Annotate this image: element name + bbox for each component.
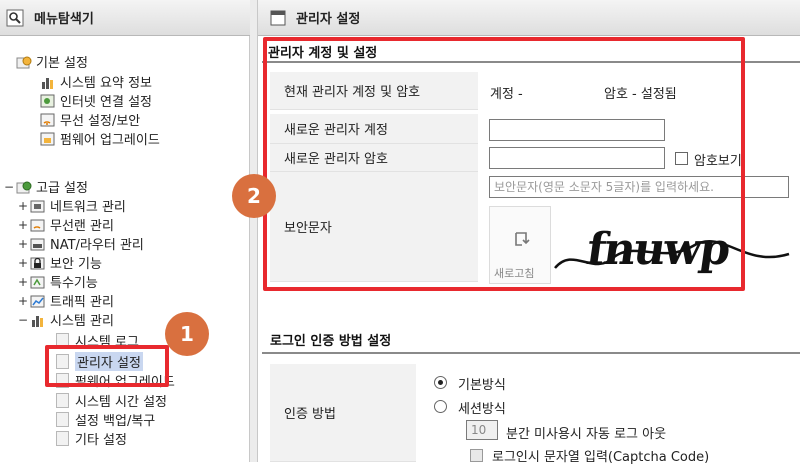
basic-auth-label: 기본방식 [458,378,506,393]
network-icon [30,200,45,212]
tree-basic-settings[interactable]: 기본 설정 [16,52,88,71]
page-title: 관리자 설정 [296,12,361,27]
expand-toggle[interactable]: + [16,237,30,251]
menu-system-time[interactable]: 시스템 시간 설정 [56,391,167,410]
highlight-box-admin-menu [45,345,169,387]
tree-advanced-settings[interactable]: − 고급 설정 [2,177,88,197]
main-header: 관리자 설정 [258,0,800,36]
login-captcha-label: 로그인시 문자열 입력(Captcha Code) [492,450,710,465]
menu-explorer-header: 메뉴탐색기 [0,0,250,36]
menu-label: 설정 백업/복구 [75,414,156,429]
expand-toggle[interactable]: + [16,256,30,270]
expand-toggle[interactable]: + [16,199,30,213]
highlight-box-admin-form [263,37,745,291]
section-rule [262,352,800,354]
bar-chart-icon [42,77,53,89]
tree-nat-router-management[interactable]: + NAT/라우터 관리 [16,234,144,254]
menu-explorer-panel: 메뉴탐색기 기본 설정 시스템 요약 정보 인터넷 연결 설정 무선 설정/보안… [0,0,250,462]
tree-advanced-settings-label: 고급 설정 [36,181,88,196]
menu-explorer-title: 메뉴탐색기 [34,12,94,27]
session-auth-label: 세션방식 [458,402,506,417]
menu-system-summary[interactable]: 시스템 요약 정보 [40,72,152,91]
menu-firmware-upgrade-basic[interactable]: 펌웨어 업그레이드 [40,129,160,148]
router-icon [30,238,45,250]
menu-wireless-security[interactable]: 무선 설정/보안 [40,110,140,129]
document-icon [56,393,69,408]
tree-wireless-management[interactable]: + 무선랜 관리 [16,215,114,235]
search-icon [6,9,24,26]
menu-label: 네트워크 관리 [50,200,126,215]
menu-label: 시스템 요약 정보 [60,76,152,91]
login-captcha-checkbox[interactable] [470,449,483,462]
session-auth-radio[interactable] [434,400,447,413]
lock-icon [30,257,45,269]
tree-security-functions[interactable]: + 보안 기능 [16,253,102,273]
traffic-chart-icon [30,295,45,307]
collapse-toggle[interactable]: − [16,313,30,327]
session-timeout-input[interactable] [466,420,498,440]
menu-label: 시스템 시간 설정 [75,395,167,410]
login-section-title: 로그인 인증 방법 설정 [270,334,392,349]
menu-label: 펌웨어 업그레이드 [60,133,160,148]
menu-label: 트래픽 관리 [50,295,114,310]
basic-auth-radio[interactable] [434,376,447,389]
menu-label: 무선랜 관리 [50,219,114,234]
window-icon [270,10,286,25]
tree-network-management[interactable]: + 네트워크 관리 [16,196,126,216]
expand-toggle[interactable]: + [16,275,30,289]
document-icon [56,412,69,427]
menu-misc-settings[interactable]: 기타 설정 [56,429,127,448]
bar-chart-icon [32,315,43,327]
document-icon [56,431,69,446]
step-badge-2: 2 [232,174,276,218]
panel-divider[interactable] [250,0,258,462]
menu-label: NAT/라우터 관리 [50,238,144,253]
menu-label: 시스템 관리 [50,314,114,329]
step-badge-1: 1 [165,312,209,356]
folder-settings-icon [16,56,32,68]
globe-icon [40,94,55,107]
menu-label: 인터넷 연결 설정 [60,95,152,110]
menu-config-backup[interactable]: 설정 백업/복구 [56,410,155,429]
wireless-icon [40,113,55,126]
menu-label: 기타 설정 [75,433,127,448]
menu-label: 보안 기능 [50,257,102,272]
collapse-toggle[interactable]: − [2,180,16,194]
expand-toggle[interactable]: + [16,294,30,308]
wireless-icon [30,219,45,231]
auth-method-label: 인증 방법 [270,364,416,462]
tree-traffic-management[interactable]: + 트래픽 관리 [16,291,114,311]
firmware-icon [40,132,55,145]
folder-settings-icon [16,181,32,193]
menu-label: 특수기능 [50,276,98,291]
menu-internet-setup[interactable]: 인터넷 연결 설정 [40,91,152,110]
special-function-icon [30,276,45,288]
tree-basic-settings-label: 기본 설정 [36,56,88,71]
expand-toggle[interactable]: + [16,218,30,232]
tree-special-functions[interactable]: + 특수기능 [16,272,98,292]
session-timeout-suffix: 분간 미사용시 자동 로그 아웃 [506,427,667,442]
menu-label: 무선 설정/보안 [60,114,141,129]
tree-system-management[interactable]: − 시스템 관리 [16,310,114,330]
